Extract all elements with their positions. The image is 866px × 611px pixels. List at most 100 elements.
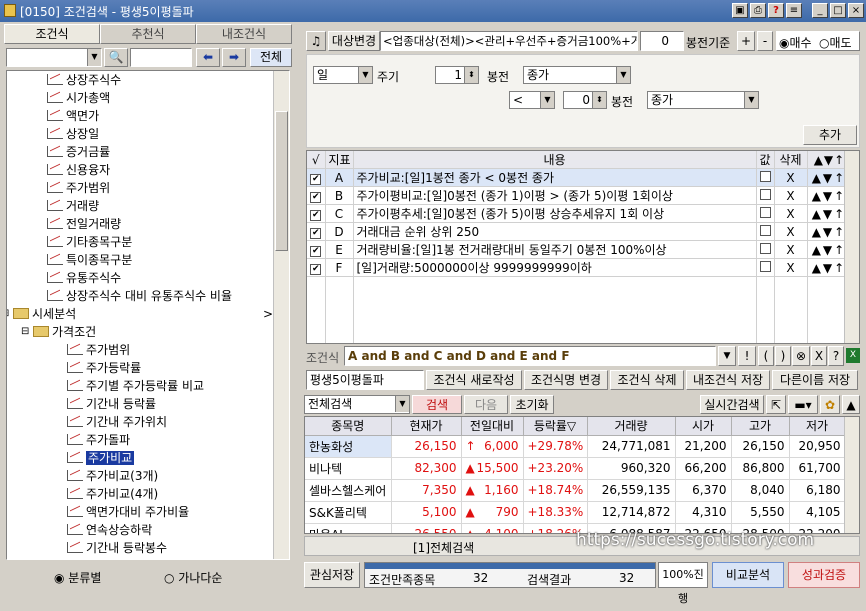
- results-col-header[interactable]: 거래량: [587, 417, 676, 436]
- tree-item[interactable]: 거래량: [47, 197, 99, 215]
- paren-close-button[interactable]: ): [775, 346, 791, 366]
- results-col-header[interactable]: 저가: [789, 417, 846, 436]
- formula-input[interactable]: A and B and C and D and E and F: [344, 346, 716, 366]
- minus-button[interactable]: -: [757, 31, 773, 51]
- delete-button[interactable]: X: [774, 186, 808, 205]
- menu-icon[interactable]: ▬▾: [788, 395, 818, 414]
- tree-item[interactable]: 기타종목구분: [47, 233, 132, 251]
- tree-folder[interactable]: 시세분석 ⊟: [7, 305, 76, 323]
- value-checkbox[interactable]: [759, 170, 771, 182]
- tree-item[interactable]: 주가등락률: [67, 359, 141, 377]
- period-select[interactable]: 일 ▼: [313, 66, 373, 84]
- tree-item[interactable]: 주가돌파: [67, 431, 130, 449]
- results-col-header[interactable]: 등락률▽: [523, 417, 588, 436]
- watchlist-save-button[interactable]: 관심저장: [304, 562, 360, 588]
- collapse-icon[interactable]: ⊟: [7, 305, 9, 323]
- save-as-button[interactable]: 다른이름 저장: [772, 370, 858, 390]
- candle-base-input[interactable]: 0: [640, 31, 684, 51]
- help-button[interactable]: ?: [828, 346, 844, 366]
- results-col-header[interactable]: 시가: [675, 417, 732, 436]
- tree-item[interactable]: 연속상승하락: [67, 521, 152, 539]
- tab-my-conditions[interactable]: 내조건식: [196, 24, 292, 44]
- field2-select[interactable]: 종가 ▼: [647, 91, 759, 109]
- collapse-up-icon[interactable]: ▲: [842, 395, 860, 414]
- collapse-icon[interactable]: ⊟: [21, 323, 29, 341]
- value-checkbox[interactable]: [759, 260, 771, 272]
- add-button[interactable]: 추가: [803, 125, 857, 145]
- radio-sell[interactable]: ○매도: [819, 34, 852, 51]
- row-checkbox[interactable]: ✔: [310, 192, 322, 203]
- value-checkbox[interactable]: [759, 188, 771, 200]
- condition-row[interactable]: ✔ D 거래대금 순위 상위 250 X ▲▼↑↓: [307, 222, 859, 241]
- radio-buy[interactable]: ◉매수: [779, 34, 812, 51]
- target-change-button[interactable]: 대상변경: [328, 31, 380, 51]
- n1-input[interactable]: 1 ⬍: [435, 66, 479, 84]
- tree-item[interactable]: 주가범위: [47, 179, 110, 197]
- results-col-header[interactable]: 고가: [731, 417, 790, 436]
- tree-item[interactable]: 상장주식수: [47, 71, 121, 89]
- tree-item[interactable]: 기간내 등락봉수: [67, 539, 167, 557]
- value-checkbox[interactable]: [759, 206, 771, 218]
- export-icon[interactable]: ⇱: [766, 395, 786, 414]
- maximize-button[interactable]: □: [830, 3, 846, 18]
- formula-dropdown-button[interactable]: ▼: [718, 346, 736, 366]
- delete-condition-button[interactable]: 조건식 삭제: [610, 370, 684, 390]
- category-select[interactable]: ▼: [6, 48, 102, 67]
- tree-item[interactable]: 시가총액: [47, 89, 110, 107]
- tree-item[interactable]: 특이종목구분: [47, 251, 132, 269]
- tab-recommended[interactable]: 추천식: [100, 24, 196, 44]
- close-button[interactable]: ×: [848, 3, 864, 18]
- xor-button[interactable]: ⊗: [792, 346, 810, 366]
- next-arrow-icon[interactable]: ➡: [222, 48, 246, 67]
- condition-row[interactable]: ✔ C 주가이평추세:[일]0봉전 (종가 5)이평 상승추세유지 1회 이상 X ▲▼…: [307, 204, 859, 223]
- tree-item[interactable]: 증거금률: [47, 143, 110, 161]
- help-icon[interactable]: ?: [768, 3, 784, 18]
- tree-item[interactable]: 상장주식수 대비 유통주식수 비율: [47, 287, 232, 305]
- settings-icon[interactable]: ✿: [820, 395, 840, 414]
- result-row[interactable]: 한농화성 26,150 ↑ 6,000 +29.78% 24,771,081 21,200 2…: [305, 435, 846, 458]
- search-icon[interactable]: 🔍: [104, 48, 128, 67]
- delete-button[interactable]: X: [774, 168, 808, 187]
- search-button[interactable]: 검색: [412, 395, 462, 414]
- radio-by-category[interactable]: ◉ 분류별: [54, 569, 101, 586]
- link-icon[interactable]: ▣: [732, 3, 748, 18]
- results-scrollbar[interactable]: [844, 417, 859, 533]
- condition-row[interactable]: ✔ F [일]거래량:5000000이상 9999999999이하 X ▲▼↑↓: [307, 258, 859, 277]
- results-col-header[interactable]: 현재가: [391, 417, 462, 436]
- tree-scrollbar[interactable]: [273, 71, 289, 559]
- row-checkbox[interactable]: ✔: [310, 246, 322, 257]
- tree-item[interactable]: 기간내 주가위치: [67, 413, 167, 431]
- result-row[interactable]: 셀바스헬스케어 7,350 ▲ 1,160 +18.74% 26,559,135 6,370…: [305, 479, 846, 502]
- minimize-button[interactable]: _: [812, 3, 828, 18]
- tree-item[interactable]: 주가비교(3개): [67, 467, 158, 485]
- reset-button[interactable]: 초기화: [510, 395, 554, 414]
- result-row[interactable]: 비나텍 82,300 ▲ 15,500 +23.20% 960,320 66,200 86,8…: [305, 457, 846, 480]
- value-checkbox[interactable]: [759, 242, 771, 254]
- sound-icon[interactable]: ♫: [306, 31, 326, 51]
- paren-open-button[interactable]: (: [758, 346, 774, 366]
- expand-arrow[interactable]: >: [263, 307, 273, 321]
- tree-item[interactable]: 액면가: [47, 107, 99, 125]
- print-icon[interactable]: ⎙: [750, 3, 766, 18]
- tree-item[interactable]: 주가비교(4개): [67, 485, 158, 503]
- prev-arrow-icon[interactable]: ⬅: [196, 48, 220, 67]
- tree-item[interactable]: 기간내 등락률: [67, 395, 156, 413]
- field1-select[interactable]: 종가 ▼: [523, 66, 631, 84]
- result-row[interactable]: S&K폴리텍 5,100 ▲ 790 +18.33% 12,714,872 4,310 5,5…: [305, 501, 846, 524]
- pin-icon[interactable]: ≡: [786, 3, 802, 18]
- tab-conditions[interactable]: 조건식: [4, 24, 100, 44]
- delete-button[interactable]: X: [774, 240, 808, 259]
- plus-button[interactable]: +: [737, 31, 755, 51]
- tree-item[interactable]: 주기별 주가등락률 비교: [67, 377, 204, 395]
- save-my-condition-button[interactable]: 내조건식 저장: [686, 370, 770, 390]
- condition-row[interactable]: ✔ E 거래량비율:[일]1봉 전거래량대비 동일주기 0봉전 100%이상 X ▲▼↑…: [307, 240, 859, 259]
- tree-item[interactable]: 유통주식수: [47, 269, 121, 287]
- performance-check-button[interactable]: 성과검증: [788, 562, 860, 588]
- tree-item[interactable]: 주가범위: [67, 341, 130, 359]
- radio-alphabetical[interactable]: ○ 가나다순: [164, 569, 222, 586]
- condition-row[interactable]: ✔ A 주가비교:[일]1봉전 종가 < 0봉전 종가 X ▲▼↑↓: [307, 168, 859, 187]
- compare-analysis-button[interactable]: 비교분석: [712, 562, 784, 588]
- row-checkbox[interactable]: ✔: [310, 228, 322, 239]
- not-button[interactable]: !: [738, 346, 756, 366]
- tree-item[interactable]: 전일거래량: [47, 215, 121, 233]
